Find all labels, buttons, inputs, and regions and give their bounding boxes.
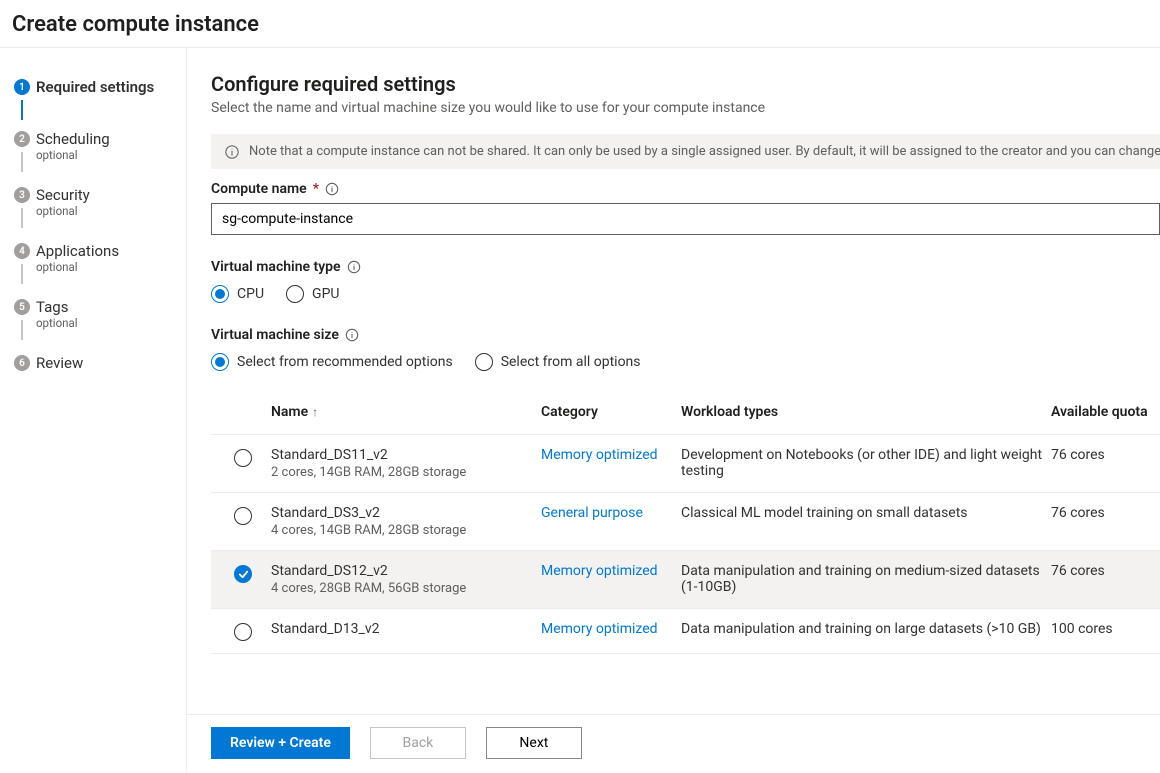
step-number-icon: 1 — [14, 79, 30, 95]
radio-icon — [475, 353, 493, 371]
vm-specs: 2 cores, 14GB RAM, 28GB storage — [271, 465, 541, 480]
step-sublabel: optional — [36, 204, 186, 218]
wizard-step-review[interactable]: 6 Review — [0, 352, 186, 382]
step-label: Required settings — [36, 76, 186, 98]
vm-quota: 76 cores — [1051, 447, 1160, 463]
vm-category[interactable]: Memory optimized — [541, 621, 681, 637]
vm-specs: 4 cores, 28GB RAM, 56GB storage — [271, 581, 541, 596]
vm-name: Standard_D13_v2 — [271, 621, 541, 637]
vm-size-all-radio[interactable]: Select from all options — [475, 353, 641, 371]
step-label: Applications — [36, 240, 186, 262]
step-label: Tags — [36, 296, 186, 318]
vm-size-table: Name↑ Category Workload types Available … — [211, 393, 1160, 654]
step-sublabel: optional — [36, 148, 186, 162]
review-create-button[interactable]: Review + Create — [211, 727, 350, 759]
page-header: Create compute instance — [0, 0, 1160, 48]
vm-category[interactable]: Memory optimized — [541, 563, 681, 579]
col-quota[interactable]: Available quota — [1051, 404, 1160, 420]
radio-icon — [211, 285, 229, 303]
step-connector — [21, 208, 23, 228]
step-number-icon: 2 — [14, 131, 30, 147]
wizard-step-security[interactable]: 3 Securityoptional — [0, 184, 186, 218]
page-title: Create compute instance — [12, 12, 1160, 37]
step-connector — [21, 264, 23, 284]
step-connector — [21, 320, 23, 340]
info-icon[interactable] — [325, 182, 339, 196]
col-workload[interactable]: Workload types — [681, 404, 1051, 420]
vm-workload: Data manipulation and training on large … — [681, 621, 1051, 637]
step-label: Security — [36, 184, 186, 206]
step-sublabel: optional — [36, 260, 186, 274]
step-label: Review — [36, 352, 186, 374]
vm-size-recommended-radio[interactable]: Select from recommended options — [211, 353, 453, 371]
wizard-sidebar: 1Required settings2Schedulingoptional3Se… — [0, 48, 187, 771]
vm-category[interactable]: General purpose — [541, 505, 681, 521]
back-button[interactable]: Back — [370, 727, 466, 759]
vm-workload: Development on Notebooks (or other IDE) … — [681, 447, 1051, 479]
main-panel: Configure required settings Select the n… — [187, 48, 1160, 771]
compute-name-block: Compute name * — [211, 181, 1160, 235]
vm-name: Standard_DS12_v2 — [271, 563, 541, 579]
table-row[interactable]: Standard_DS11_v2 2 cores, 14GB RAM, 28GB … — [211, 435, 1160, 493]
vm-size-block: Virtual machine size Select from recomme… — [211, 327, 1160, 371]
section-subtitle: Select the name and virtual machine size… — [211, 100, 1160, 116]
section-title: Configure required settings — [211, 72, 1160, 96]
info-banner: Note that a compute instance can not be … — [211, 134, 1160, 169]
col-category[interactable]: Category — [541, 404, 681, 420]
step-number-icon: 6 — [14, 355, 30, 371]
step-label: Scheduling — [36, 128, 186, 150]
step-sublabel: optional — [36, 316, 186, 330]
vm-category[interactable]: Memory optimized — [541, 447, 681, 463]
table-row[interactable]: Standard_D13_v2Memory optimizedData mani… — [211, 609, 1160, 654]
table-header: Name↑ Category Workload types Available … — [211, 394, 1160, 435]
table-row[interactable]: Standard_DS12_v2 4 cores, 28GB RAM, 56GB … — [211, 551, 1160, 609]
vm-name: Standard_DS11_v2 — [271, 447, 541, 463]
step-number-icon: 3 — [14, 187, 30, 203]
step-connector — [21, 152, 23, 172]
vm-quota: 76 cores — [1051, 563, 1160, 579]
vm-type-block: Virtual machine type CPU GPU — [211, 259, 1160, 303]
step-number-icon: 4 — [14, 243, 30, 259]
sort-ascending-icon: ↑ — [312, 405, 318, 419]
info-icon — [225, 145, 239, 159]
vm-type-cpu-radio[interactable]: CPU — [211, 285, 264, 303]
compute-name-input[interactable] — [211, 203, 1160, 235]
table-row[interactable]: Standard_DS3_v2 4 cores, 14GB RAM, 28GB s… — [211, 493, 1160, 551]
info-icon[interactable] — [347, 260, 361, 274]
vm-quota: 100 cores — [1051, 621, 1160, 637]
next-button[interactable]: Next — [486, 727, 582, 759]
info-banner-text: Note that a compute instance can not be … — [249, 144, 1160, 159]
vm-workload: Classical ML model training on small dat… — [681, 505, 1051, 521]
vm-quota: 76 cores — [1051, 505, 1160, 521]
radio-icon — [211, 353, 229, 371]
vm-name: Standard_DS3_v2 — [271, 505, 541, 521]
vm-type-gpu-radio[interactable]: GPU — [286, 285, 339, 303]
vm-specs: 4 cores, 14GB RAM, 28GB storage — [271, 523, 541, 538]
selected-check-icon — [234, 565, 252, 583]
wizard-step-tags[interactable]: 5 Tagsoptional — [0, 296, 186, 330]
col-name[interactable]: Name↑ — [271, 404, 541, 420]
wizard-step-applications[interactable]: 4 Applicationsoptional — [0, 240, 186, 274]
required-indicator: * — [313, 181, 319, 197]
wizard-step-required-settings[interactable]: 1 Required settings — [0, 76, 186, 106]
step-connector — [21, 100, 23, 120]
step-number-icon: 5 — [14, 299, 30, 315]
wizard-footer: Review + Create Back Next — [187, 714, 1160, 771]
unselected-radio-icon — [234, 507, 252, 525]
unselected-radio-icon — [234, 623, 252, 641]
compute-name-label: Compute name * — [211, 181, 1160, 197]
vm-size-label: Virtual machine size — [211, 327, 1160, 343]
vm-type-label: Virtual machine type — [211, 259, 1160, 275]
vm-workload: Data manipulation and training on medium… — [681, 563, 1051, 595]
info-icon[interactable] — [345, 328, 359, 342]
wizard-step-scheduling[interactable]: 2 Schedulingoptional — [0, 128, 186, 162]
radio-icon — [286, 285, 304, 303]
unselected-radio-icon — [234, 449, 252, 467]
